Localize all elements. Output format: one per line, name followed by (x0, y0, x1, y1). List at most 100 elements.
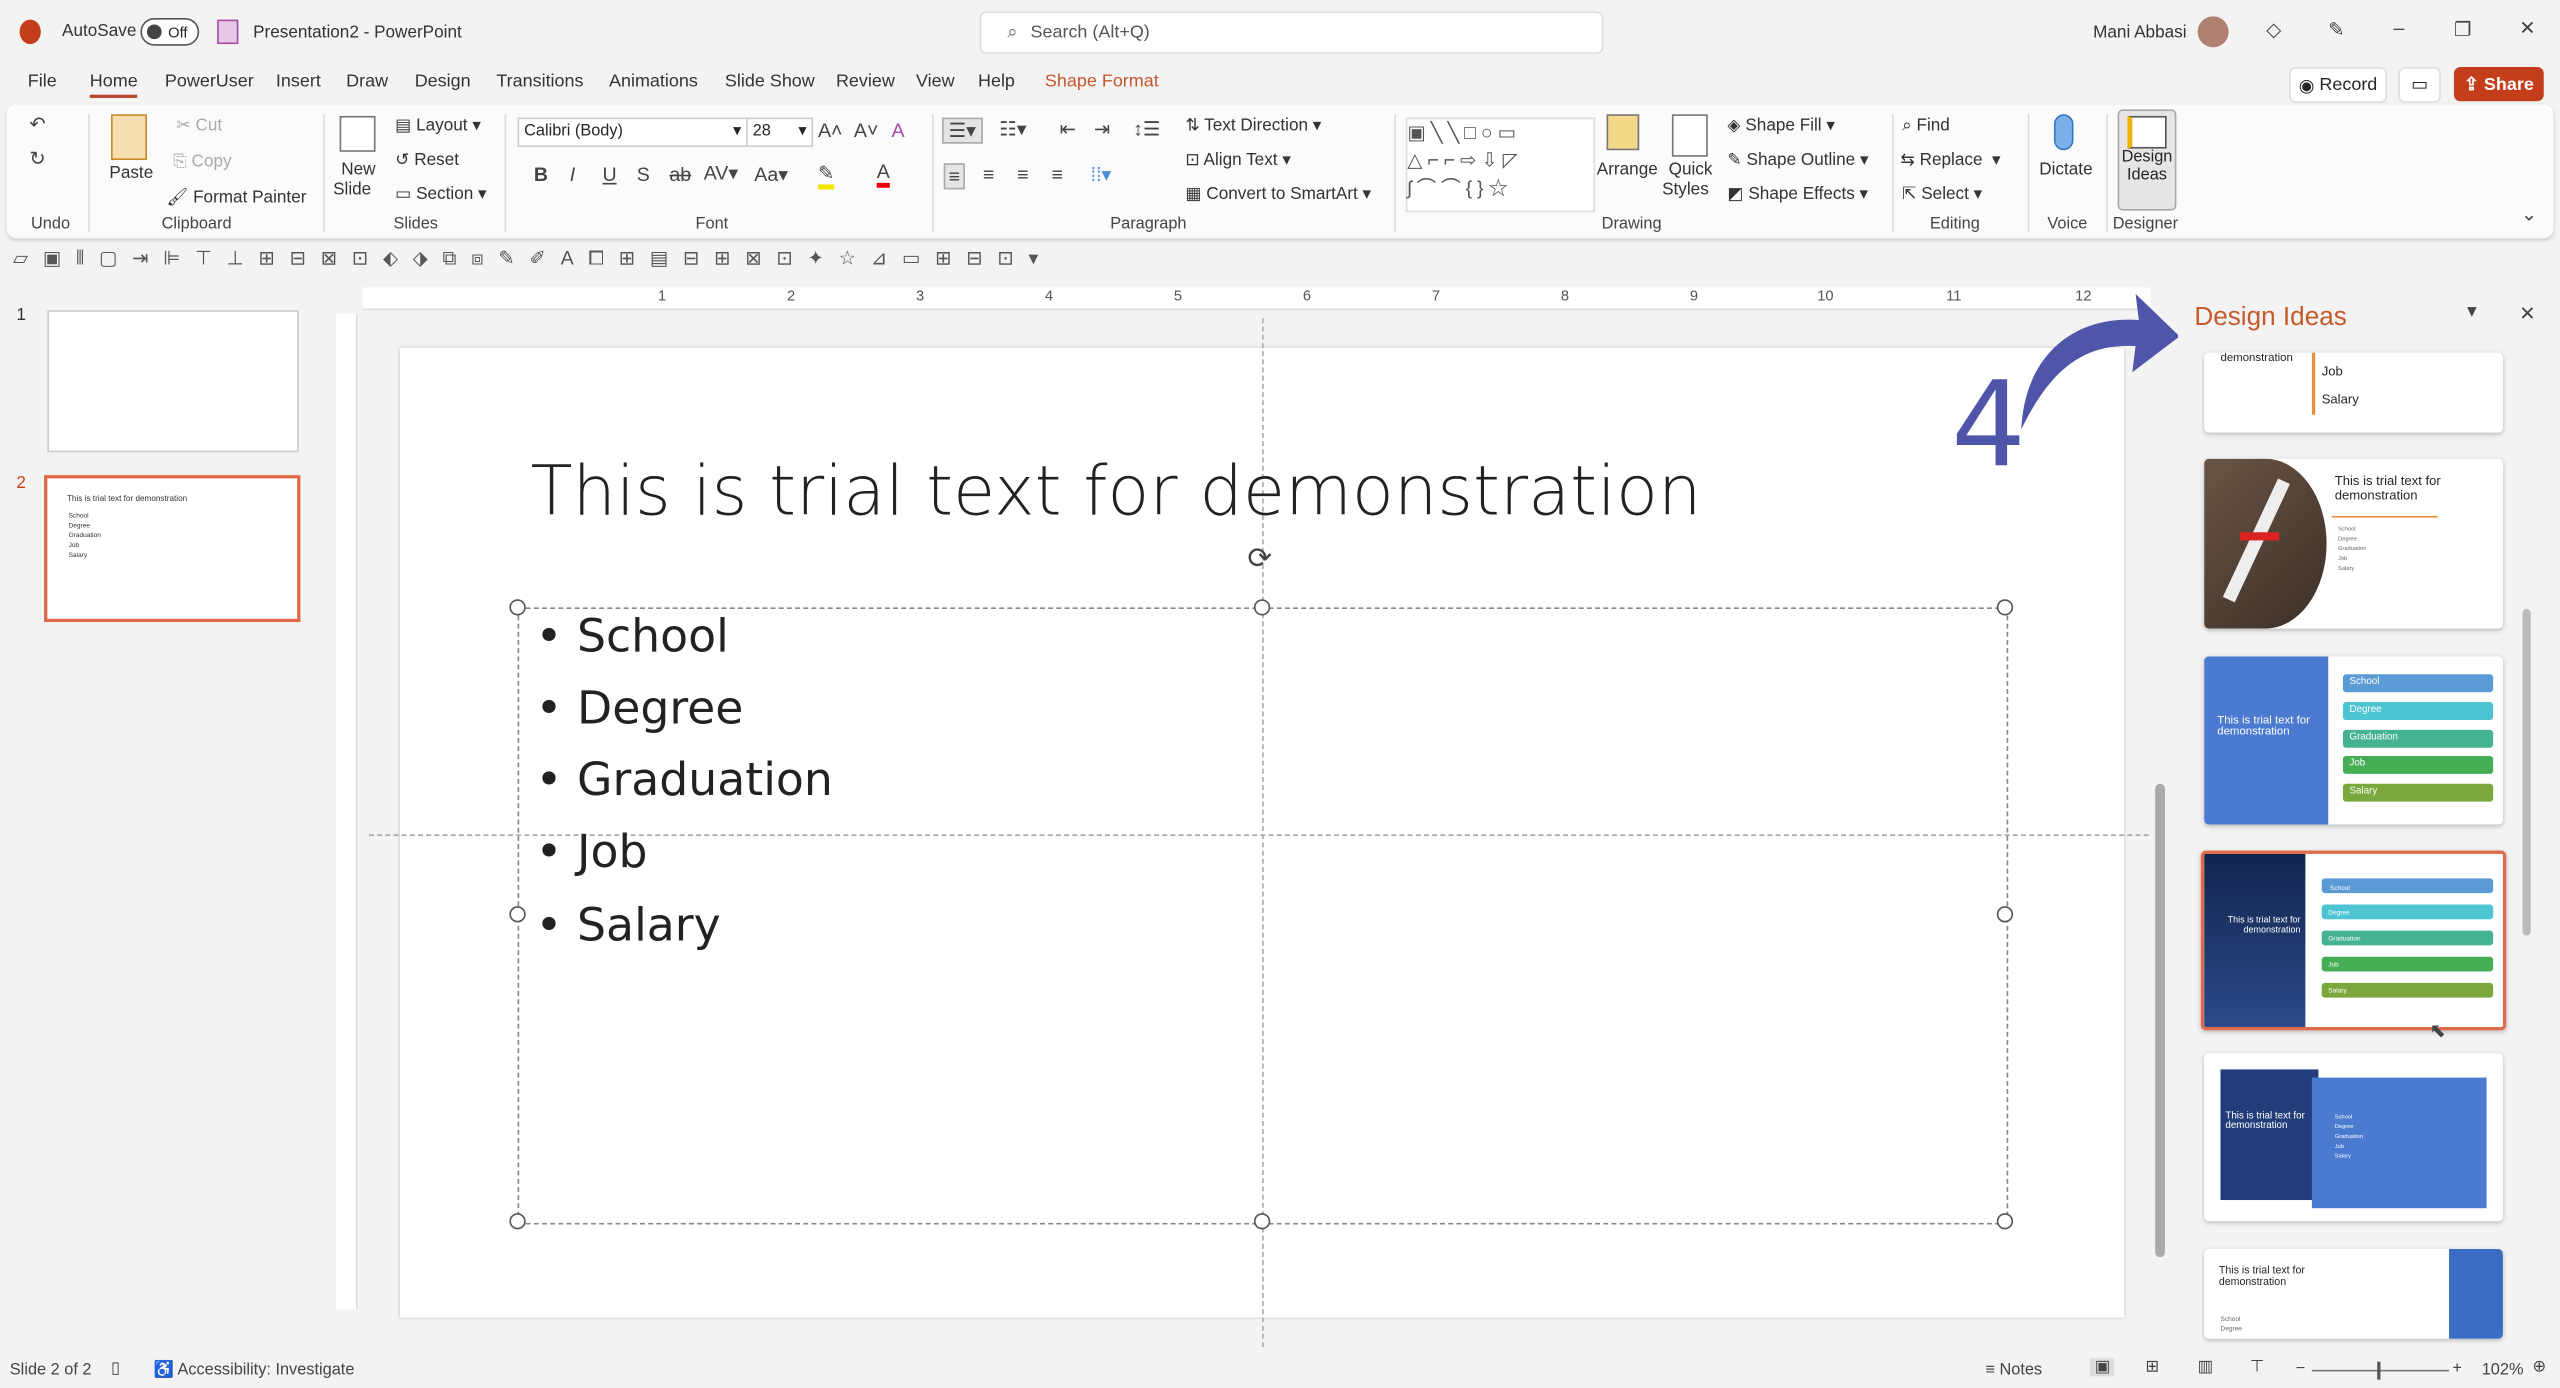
bullet-item[interactable]: • Degree (536, 681, 744, 735)
search-box[interactable]: ⌕ Search (Alt+Q) (979, 11, 1604, 54)
record-button[interactable]: ◉ Record (2289, 66, 2388, 103)
toolbar-shape-icons[interactable]: ▱▣⫴▢⇥⊫⊤⊥⊞⊟⊠⊡⬖⬗⧉⧈✎✐A⧠⊞▤⊟⊞⊠⊡✦☆⊿▭⊞⊟⊡▾ (13, 247, 1053, 270)
align-right-icon[interactable]: ≡ (1017, 163, 1028, 186)
new-slide-button[interactable]: New (341, 160, 375, 180)
restore-icon[interactable]: ❐ (2454, 18, 2472, 41)
vertical-ruler[interactable] (336, 313, 358, 1310)
rotate-handle-icon[interactable]: ⟳ (1247, 542, 1272, 576)
horizontal-ruler[interactable]: 1 2 3 4 5 6 7 8 9 10 11 12 (362, 287, 2151, 311)
slide-sorter-icon[interactable]: ⊞ (2145, 1358, 2159, 1376)
align-center-icon[interactable]: ≡ (983, 163, 994, 186)
minimize-icon[interactable]: – (2394, 16, 2405, 39)
tab-shape-format[interactable]: Shape Format (1045, 72, 1159, 92)
tab-animations[interactable]: Animations (609, 72, 698, 92)
resize-handle[interactable] (1996, 906, 2014, 923)
justify-icon[interactable]: ≡ (1051, 163, 1062, 186)
shape-outline-button[interactable]: ✎ Shape Outline ▾ (1727, 150, 1868, 170)
align-text-button[interactable]: ⊡ Align Text ▾ (1185, 150, 1291, 170)
redo-icon[interactable]: ↻ (29, 147, 45, 170)
save-icon[interactable] (217, 19, 239, 45)
section-button[interactable]: ▭ Section ▾ (395, 184, 487, 204)
tab-review[interactable]: Review (836, 72, 895, 92)
microphone-icon[interactable] (2053, 114, 2074, 151)
zoom-out-button[interactable]: − (2296, 1360, 2306, 1378)
new-slide-icon[interactable] (339, 115, 376, 152)
tab-transitions[interactable]: Transitions (496, 72, 583, 92)
editor-vscrollbar[interactable] (2155, 294, 2168, 1323)
design-idea-3[interactable]: This is trial text for demonstration Sch… (2204, 656, 2503, 825)
zoom-level[interactable]: 102% (2482, 1362, 2524, 1380)
increase-indent-icon[interactable]: ⇥ (1094, 118, 1110, 141)
tab-insert[interactable]: Insert (276, 72, 321, 92)
dictate-button[interactable]: Dictate (2039, 160, 2092, 180)
reset-button[interactable]: ↺ Reset (395, 150, 459, 170)
font-name-select[interactable]: Calibri (Body) ▾ (517, 117, 748, 147)
slide-title[interactable]: This is trial text for demonstration (531, 451, 1702, 531)
resize-handle[interactable] (1996, 599, 2014, 616)
text-direction-button[interactable]: ⇅ Text Direction ▾ (1185, 116, 1321, 136)
columns-icon[interactable]: ⁞⁞▾ (1091, 163, 1112, 186)
copy-button[interactable]: ⎘ Copy (173, 152, 232, 173)
autosave-toggle[interactable]: Off (140, 17, 200, 46)
accessibility-button[interactable]: ♿ Accessibility: Investigate (153, 1362, 354, 1380)
design-idea-4-selected[interactable]: This is trial text for demonstration Sch… (2200, 850, 2507, 1031)
bullet-item[interactable]: • School (536, 609, 729, 663)
tab-view[interactable]: View (916, 72, 955, 92)
tab-slide-show[interactable]: Slide Show (725, 72, 815, 92)
font-size-select[interactable]: 28 ▾ (746, 117, 814, 147)
diamond-icon[interactable]: ◇ (2266, 18, 2281, 41)
resize-handle[interactable] (509, 599, 526, 616)
undo-icon[interactable]: ↶ (29, 113, 45, 136)
avatar[interactable] (2197, 16, 2229, 48)
quick-styles-button[interactable]: Quick (1669, 160, 1713, 180)
resize-handle[interactable] (509, 906, 526, 923)
shape-fill-button[interactable]: ◈ Shape Fill ▾ (1727, 116, 1835, 136)
pen-icon[interactable]: ✎ (2328, 18, 2344, 41)
align-left-icon[interactable]: ≡ (943, 163, 965, 190)
arrange-icon[interactable] (1606, 114, 1640, 151)
grow-font-icon[interactable]: A˄ (818, 119, 843, 142)
tab-file[interactable]: File (28, 72, 57, 92)
highlight-icon[interactable]: ✎ (817, 162, 835, 190)
tab-home[interactable]: Home (89, 72, 138, 98)
zoom-in-button[interactable]: + (2452, 1360, 2462, 1378)
normal-view-icon[interactable]: ▣ (2089, 1358, 2116, 1377)
font-color-icon[interactable]: A (876, 160, 890, 188)
notes-button[interactable]: ≡ Notes (1985, 1362, 2042, 1380)
italic-icon[interactable]: I (570, 163, 575, 186)
resize-handle[interactable] (1996, 1213, 2014, 1230)
quick-styles-icon[interactable] (1671, 114, 1708, 157)
numbering-icon[interactable]: ☷▾ (999, 118, 1026, 141)
resize-handle[interactable] (509, 1213, 526, 1230)
char-spacing-icon[interactable]: AV▾ (704, 162, 739, 185)
pane-scrollbar[interactable] (2521, 351, 2534, 1339)
shape-effects-button[interactable]: ◩ Shape Effects ▾ (1727, 184, 1868, 204)
paste-button[interactable]: Paste (109, 163, 153, 183)
shrink-font-icon[interactable]: A˅ (854, 119, 879, 142)
design-idea-1[interactable]: demonstration Job Salary (2204, 352, 2503, 433)
pane-options-icon[interactable]: ▼ (2464, 304, 2480, 322)
slide-thumbnail-1[interactable] (47, 310, 299, 453)
tab-poweruser[interactable]: PowerUser (165, 72, 254, 92)
close-icon[interactable]: ✕ (2519, 16, 2535, 39)
strikethrough-icon[interactable]: ab (669, 163, 691, 186)
arrange-button[interactable]: Arrange (1597, 160, 1658, 180)
slide-thumbnail-2[interactable]: This is trial text for demonstration Sch… (44, 475, 301, 623)
zoom-slider[interactable] (2311, 1361, 2450, 1380)
pane-close-icon[interactable]: ✕ (2519, 302, 2535, 325)
tab-draw[interactable]: Draw (346, 72, 388, 92)
design-idea-5[interactable]: This is trial text for demonstration Sch… (2204, 1053, 2503, 1222)
bullet-item[interactable]: • Graduation (536, 753, 833, 807)
slideshow-icon[interactable]: ⊤ (2250, 1358, 2264, 1376)
resize-handle[interactable] (1253, 599, 1271, 616)
bullet-item[interactable]: • Job (536, 825, 648, 879)
resize-handle[interactable] (1253, 1213, 1271, 1230)
convert-smartart-button[interactable]: ▦ Convert to SmartArt ▾ (1185, 184, 1371, 204)
bullets-icon[interactable]: ☰▾ (942, 117, 983, 144)
fit-slide-icon[interactable]: ⊕ (2532, 1358, 2546, 1376)
format-painter-button[interactable]: 🖌 Format Painter (167, 186, 307, 208)
layout-button[interactable]: ▤ Layout ▾ (395, 116, 481, 136)
tab-help[interactable]: Help (978, 72, 1015, 92)
cut-button[interactable]: ✂ Cut (176, 116, 222, 136)
spelling-icon[interactable]: ▯ (111, 1360, 120, 1378)
